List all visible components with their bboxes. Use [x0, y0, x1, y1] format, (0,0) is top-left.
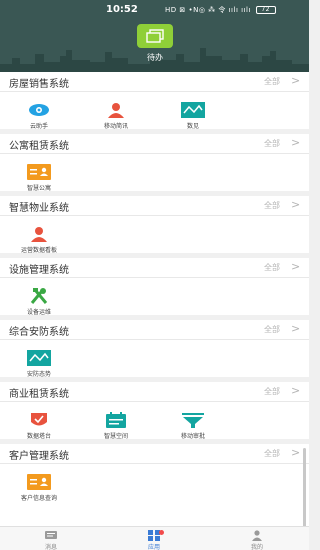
- app-item-equipment-maintenance[interactable]: 设备运维: [7, 288, 71, 316]
- person-icon: [31, 227, 47, 242]
- app-item-label: 移动简讯: [103, 123, 128, 130]
- section-house-sales: 房屋销售系统 全部 > 云助手 移动简讯 数见: [0, 72, 309, 130]
- app-list[interactable]: 房屋销售系统 全部 > 云助手 移动简讯 数见 公寓租赁系统 全部 > 智慧公寓…: [0, 72, 309, 526]
- app-item-label: 设备运维: [26, 309, 51, 316]
- app-item-label: 客户信息查询: [20, 495, 57, 502]
- shield-check-icon: [31, 413, 47, 426]
- user-icon: [252, 530, 262, 541]
- chart-icon: [27, 350, 51, 366]
- filter-icon: [182, 413, 204, 428]
- message-icon: [45, 531, 57, 539]
- app-item-cloud-assistant[interactable]: 云助手: [7, 102, 71, 130]
- section-header[interactable]: 智慧物业系统 全部 >: [0, 196, 309, 216]
- section-title: 商业租赁系统: [9, 389, 69, 400]
- signal-wifi-icons: HD ⊠ •N◎ ⁂ 令 ıılı ıılı: [165, 6, 251, 14]
- app-item-ops-dashboard[interactable]: 运营数据看板: [7, 226, 71, 254]
- app-item-label: 安防态势: [26, 371, 51, 378]
- view-all-link[interactable]: 全部: [264, 386, 280, 397]
- tab-label: 我的: [250, 544, 263, 550]
- tools-icon: [30, 288, 48, 304]
- tab-apps[interactable]: 应用: [134, 530, 174, 550]
- section-title: 综合安防系统: [9, 327, 69, 338]
- app-item-smart-apartment[interactable]: 智慧公寓: [7, 164, 71, 192]
- notification-dot: [159, 530, 164, 535]
- tab-messages[interactable]: 消息: [31, 530, 71, 550]
- app-item-customer-lookup[interactable]: 客户信息查询: [7, 474, 71, 502]
- app-item-mobile-news[interactable]: 移动简讯: [84, 102, 148, 130]
- chevron-right-icon[interactable]: >: [291, 322, 300, 335]
- bottom-tab-bar: 消息 应用 我的: [0, 526, 309, 550]
- section-apartment-rental: 公寓租赁系统 全部 > 智慧公寓: [0, 134, 309, 192]
- view-all-link[interactable]: 全部: [264, 200, 280, 211]
- chevron-right-icon[interactable]: >: [291, 74, 300, 87]
- section-header[interactable]: 房屋销售系统 全部 >: [0, 72, 309, 92]
- section-commercial-rental: 商业租赁系统 全部 > 数据塔台 智慧空间 移动审批: [0, 382, 309, 440]
- section-header[interactable]: 设施管理系统 全部 >: [0, 258, 309, 278]
- app-item-label: 移动审批: [180, 433, 205, 440]
- section-header[interactable]: 商业租赁系统 全部 >: [0, 382, 309, 402]
- chevron-right-icon[interactable]: >: [291, 260, 300, 273]
- app-header: 10:52 HD ⊠ •N◎ ⁂ 令 ıılı ıılı 72 待办: [0, 0, 309, 72]
- app-item-label: 智慧公寓: [26, 185, 51, 192]
- section-header[interactable]: 综合安防系统 全部 >: [0, 320, 309, 340]
- status-time: 10:52: [106, 4, 138, 15]
- app-item-mobile-approval[interactable]: 移动审批: [161, 412, 225, 440]
- chevron-right-icon[interactable]: >: [291, 198, 300, 211]
- section-title: 客户管理系统: [9, 451, 69, 462]
- section-title: 设施管理系统: [9, 265, 69, 276]
- tab-mine[interactable]: 我的: [237, 530, 277, 550]
- tab-label: 消息: [44, 544, 57, 550]
- app-item-label: 数见: [186, 123, 199, 130]
- status-icons: HD ⊠ •N◎ ⁂ 令 ıılı ıılı 72: [165, 5, 276, 15]
- scrollbar[interactable]: [303, 448, 306, 528]
- app-item-data-view[interactable]: 数见: [161, 102, 225, 130]
- app-item-data-tower[interactable]: 数据塔台: [7, 412, 71, 440]
- pending-label: 待办: [147, 53, 163, 62]
- view-all-link[interactable]: 全部: [264, 76, 280, 87]
- app-item-label: 数据塔台: [26, 433, 51, 440]
- view-all-link[interactable]: 全部: [264, 138, 280, 149]
- section-title: 房屋销售系统: [9, 79, 69, 90]
- section-security: 综合安防系统 全部 > 安防态势: [0, 320, 309, 378]
- app-item-security-status[interactable]: 安防态势: [7, 350, 71, 378]
- calendar-icon: [106, 412, 126, 428]
- battery-icon: 72: [255, 6, 276, 14]
- id-card-icon: [27, 474, 51, 490]
- eye-icon: [29, 104, 49, 116]
- person-icon: [108, 103, 124, 118]
- tab-label: 应用: [147, 544, 160, 550]
- id-card-icon: [27, 164, 51, 180]
- section-header[interactable]: 客户管理系统 全部 >: [0, 444, 309, 464]
- section-smart-property: 智慧物业系统 全部 > 运营数据看板: [0, 196, 309, 254]
- view-all-link[interactable]: 全部: [264, 324, 280, 335]
- app-item-smart-space[interactable]: 智慧空间: [84, 412, 148, 440]
- section-customer-management: 客户管理系统 全部 > 客户信息查询: [0, 444, 309, 526]
- chevron-right-icon[interactable]: >: [291, 384, 300, 397]
- app-item-label: 云助手: [29, 123, 48, 130]
- section-title: 智慧物业系统: [9, 203, 69, 214]
- chart-icon: [181, 102, 205, 118]
- view-all-link[interactable]: 全部: [264, 262, 280, 273]
- section-title: 公寓租赁系统: [9, 141, 69, 152]
- stack-icon: [146, 29, 164, 43]
- chevron-right-icon[interactable]: >: [291, 136, 300, 149]
- pending-button[interactable]: [137, 24, 173, 48]
- view-all-link[interactable]: 全部: [264, 448, 280, 459]
- section-header[interactable]: 公寓租赁系统 全部 >: [0, 134, 309, 154]
- status-bar: 10:52 HD ⊠ •N◎ ⁂ 令 ıılı ıılı 72: [0, 0, 309, 20]
- chevron-right-icon[interactable]: >: [291, 446, 300, 459]
- app-item-label: 运营数据看板: [20, 247, 57, 254]
- app-item-label: 智慧空间: [103, 433, 128, 440]
- section-facility-management: 设施管理系统 全部 > 设备运维: [0, 258, 309, 316]
